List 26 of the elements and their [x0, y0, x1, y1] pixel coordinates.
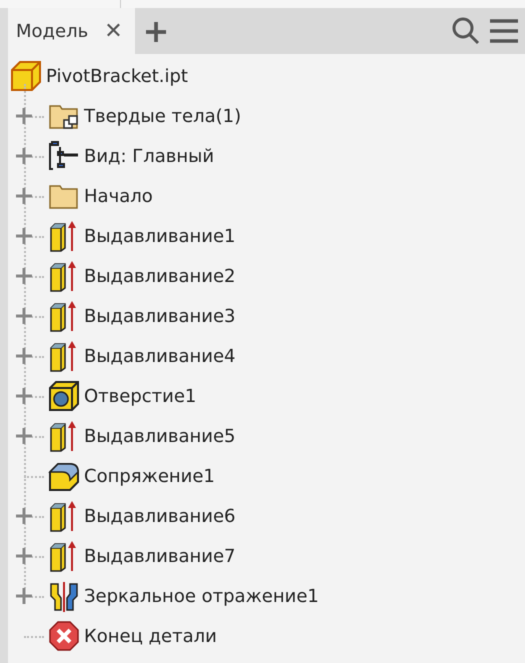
- tree-item[interactable]: Выдавливание7: [8, 536, 525, 576]
- tree-item[interactable]: Зеркальное отражение1: [8, 576, 525, 616]
- tree-item[interactable]: Сопряжение1: [8, 456, 525, 496]
- model-tab[interactable]: Модель ✕: [8, 8, 135, 54]
- menu-icon[interactable]: [489, 17, 519, 45]
- tree-item[interactable]: Выдавливание5: [8, 416, 525, 456]
- tree-item[interactable]: Отверстие1: [8, 376, 525, 416]
- tree-item[interactable]: Вид: Главный: [8, 136, 525, 176]
- tree-item[interactable]: Конец детали: [8, 616, 525, 656]
- cube-icon: [10, 60, 42, 92]
- tree-item[interactable]: Выдавливание6: [8, 496, 525, 536]
- tree-item[interactable]: Твердые тела(1): [8, 96, 525, 136]
- hole-icon: [48, 380, 80, 412]
- tree-item[interactable]: Выдавливание1: [8, 216, 525, 256]
- tree-item[interactable]: Выдавливание2: [8, 256, 525, 296]
- view-tree-icon: [48, 140, 80, 172]
- tree-item[interactable]: Начало: [8, 176, 525, 216]
- mirror-icon: [48, 580, 80, 612]
- stop-icon: [48, 620, 80, 652]
- search-icon[interactable]: [451, 16, 481, 46]
- tree-item[interactable]: Выдавливание4: [8, 336, 525, 376]
- fillet-icon: [48, 460, 80, 492]
- tree-item[interactable]: PivotBracket.ipt: [8, 56, 525, 96]
- add-tab-icon[interactable]: +: [142, 15, 170, 47]
- close-icon[interactable]: ✕: [104, 18, 123, 44]
- tree-item[interactable]: Выдавливание3: [8, 296, 525, 336]
